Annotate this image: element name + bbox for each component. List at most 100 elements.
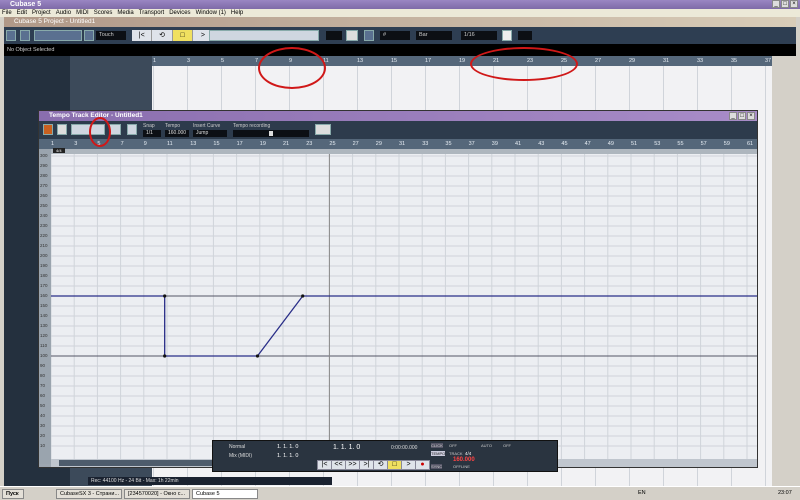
transport-button[interactable]: >|	[359, 460, 374, 470]
quantize-settings-button[interactable]	[518, 31, 532, 40]
ruler-tick: 35	[731, 58, 738, 64]
cycle-button[interactable]: ⟲	[152, 30, 173, 41]
snap-field[interactable]: Snap 1/1	[143, 123, 161, 137]
tempo-tick: 220	[40, 233, 48, 238]
metronome-icon[interactable]	[43, 124, 53, 135]
position-display[interactable]: 1. 1. 1. 0	[333, 444, 360, 451]
tempo-tick: 240	[40, 213, 48, 218]
tempo-ruler[interactable]: 1 3 5 7 9 11 13 15 17 19 21 23 25 27 29 31 33 35 37 39 41 43 4…	[39, 139, 757, 149]
stop-button[interactable]: □	[172, 30, 194, 41]
tempo-display: 160.000	[453, 457, 475, 463]
tempo-point[interactable]	[301, 294, 305, 298]
menu-item[interactable]: Media	[117, 9, 133, 17]
transport-button[interactable]: >>	[345, 460, 360, 470]
ruler-tick: 1	[153, 58, 157, 64]
tempo-button[interactable]: TEMPO	[431, 451, 446, 456]
ruler-tick: 45	[561, 141, 568, 147]
menu-item[interactable]: Project	[32, 9, 51, 17]
close-button[interactable]: ×	[747, 112, 755, 120]
time-display[interactable]: 0:00:00.000	[391, 445, 417, 451]
constrain-delay-button[interactable]	[20, 30, 30, 41]
insert-curve-field[interactable]: Insert Curve Jump	[193, 123, 227, 137]
automation-mode-dropdown[interactable]: Touch	[96, 31, 126, 40]
tempo-point[interactable]	[163, 294, 167, 298]
quantize-icon[interactable]	[502, 30, 512, 41]
sync-button[interactable]: SYNC	[431, 464, 443, 469]
tempo-tick: 10	[40, 443, 46, 448]
process-tempo-button[interactable]	[315, 124, 331, 135]
transport-button[interactable]: <<	[331, 460, 346, 470]
minimize-button[interactable]: _	[729, 112, 737, 120]
click-button[interactable]: CLICK	[431, 443, 443, 448]
tempo-field[interactable]: Tempo 160.000	[165, 123, 189, 137]
tempo-tick: 30	[40, 423, 46, 428]
transport-button[interactable]: □	[387, 460, 402, 470]
left-locator[interactable]: 1. 1. 1. 0	[277, 444, 298, 450]
ruler-tick: 59	[723, 141, 730, 147]
taskbar-item[interactable]: CubaseSX 3 - Страни...	[56, 489, 122, 499]
menu-item[interactable]: Transport	[139, 9, 164, 17]
ruler-tick: 15	[391, 58, 398, 64]
menu-item[interactable]: Window (1)	[196, 9, 226, 17]
snap-button[interactable]	[127, 124, 137, 135]
menu-item[interactable]: Help	[231, 9, 243, 17]
grid-line	[765, 66, 766, 486]
click-state: OFF	[449, 443, 457, 448]
tempo-tick: 110	[40, 343, 48, 348]
ruler-tick: 9	[143, 141, 147, 147]
tool-buttons[interactable]	[209, 30, 319, 41]
activate-project-button[interactable]	[6, 30, 16, 41]
goto-start-button[interactable]: |<	[132, 30, 153, 41]
tempo-point[interactable]	[163, 354, 167, 358]
maximize-button[interactable]: □	[781, 0, 789, 8]
transport-button[interactable]: >	[401, 460, 416, 470]
snap-mode-dropdown[interactable]: #	[380, 31, 410, 40]
nudge-dropdown[interactable]	[326, 31, 342, 40]
minimize-button[interactable]: _	[772, 0, 780, 8]
tempo-tick: 90	[40, 363, 46, 368]
annotation-circle	[258, 47, 326, 89]
tempo-recording-slider[interactable]: Tempo recording	[233, 123, 309, 137]
transport-panel: Normal Mix (MIDI) 1. 1. 1. 0 1. 1. 1. 0 …	[212, 440, 558, 472]
ruler-tick: 3	[187, 58, 191, 64]
menu-item[interactable]: Scores	[94, 9, 113, 17]
transport-button[interactable]: ⟲	[373, 460, 388, 470]
menu-item[interactable]: Audio	[56, 9, 71, 17]
project-ruler[interactable]: 1 3 5 7 9 11 13 15 17 19 21 23 25 27 29 31 33 35 37	[152, 56, 772, 66]
tempo-graph[interactable]	[51, 154, 757, 459]
close-button[interactable]: ×	[790, 0, 798, 8]
menu-bar: File Edit Project Audio MIDI Scores Media Trans…	[0, 9, 800, 17]
clock: 23:07	[778, 490, 792, 496]
language-indicator[interactable]: EN	[638, 490, 646, 496]
cycle-record-mode[interactable]: Mix (MIDI)	[229, 453, 252, 459]
menu-item[interactable]: MIDI	[76, 9, 89, 17]
start-button[interactable]: Пуск	[2, 489, 24, 499]
menu-item[interactable]: File	[2, 9, 12, 17]
tempo-tick: 180	[40, 273, 48, 278]
tempo-track-button[interactable]	[57, 124, 67, 135]
view-buttons[interactable]	[34, 30, 82, 41]
menu-item[interactable]: Devices	[169, 9, 190, 17]
taskbar-item-active[interactable]: Cubase 5	[192, 489, 258, 499]
taskbar-item[interactable]: [234570020] - Окно с...	[124, 489, 190, 499]
quantize-dropdown[interactable]: 1/16	[461, 31, 497, 40]
ruler-tick: 27	[352, 141, 359, 147]
project-window-title: Cubase 5 Project - Untitled1	[4, 17, 796, 27]
ruler-tick: 31	[399, 141, 406, 147]
transport-button[interactable]: ●	[415, 460, 430, 470]
right-locator[interactable]: 1. 1. 1. 0	[277, 453, 298, 459]
tempo-tick: 260	[40, 193, 48, 198]
tempo-tick: 280	[40, 173, 48, 178]
ruler-tick: 33	[422, 141, 429, 147]
auto-quantize[interactable]: AUTO	[481, 443, 492, 448]
snap-button[interactable]	[364, 30, 374, 41]
grid-type-dropdown[interactable]: Bar	[416, 31, 452, 40]
menu-item[interactable]: Edit	[17, 9, 27, 17]
transport-button[interactable]: |<	[317, 460, 332, 470]
tempo-point[interactable]	[255, 354, 260, 358]
color-button[interactable]	[346, 30, 358, 41]
signature-marker[interactable]: 4/4	[53, 148, 65, 153]
maximize-button[interactable]: □	[738, 112, 746, 120]
automation-icon[interactable]	[84, 30, 94, 41]
record-mode[interactable]: Normal	[229, 444, 245, 450]
